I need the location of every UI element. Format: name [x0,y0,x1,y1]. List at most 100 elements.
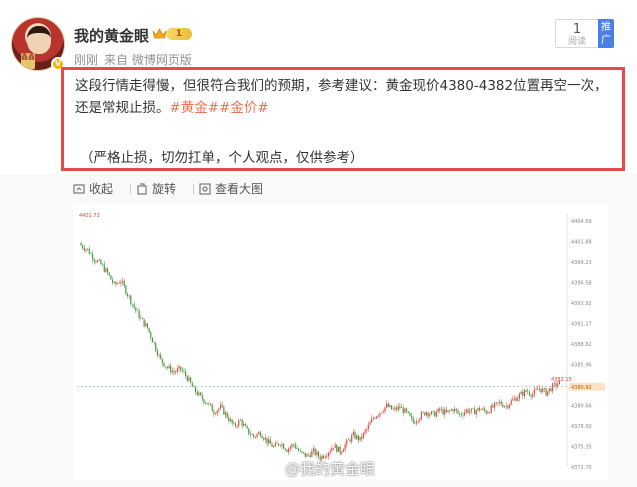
candle-body [291,444,293,448]
candle-body [402,407,404,413]
candle-body [204,402,207,404]
candle-body [382,411,384,413]
candle-body [414,422,416,424]
candle-body [234,423,237,427]
candle-body [113,282,115,283]
author-name[interactable]: 我的黄金眼 [74,25,149,46]
candle-body [131,303,134,305]
candle-body [160,354,162,359]
candle-body [389,405,391,407]
candle-body [191,382,193,387]
candle-body [226,412,228,418]
candle-body [85,249,87,251]
read-count-box: 1 阅读 [555,19,599,48]
candle-body [432,411,434,413]
candle-body [211,404,213,412]
candle-body [332,448,335,449]
candle-body [239,419,242,421]
rotate-icon [137,183,147,195]
candle-body [392,409,394,410]
candle-body [102,264,104,265]
candle-body [105,268,107,272]
candle-body [424,412,426,416]
candle-body [381,412,383,413]
candle-body [148,327,150,332]
candle-body [155,343,157,351]
candle-body [92,253,94,260]
candle-body [236,426,238,427]
collapse-label: 收起 [89,182,114,196]
candle-body [201,394,203,400]
candle-body [97,260,99,263]
candle-body [538,388,540,390]
candle-body [103,264,105,272]
candle-body [404,408,406,413]
candle-body [133,304,135,308]
candle-body [284,448,286,451]
level-badge[interactable]: 1 [166,28,192,40]
action-divider [193,184,194,194]
candle-body [279,445,281,446]
candle-body [195,386,197,393]
candle-body [346,439,348,445]
candle-body [83,248,85,251]
candle-body [351,435,353,442]
weibo-logo-icon [263,461,281,475]
candle-body [361,436,363,439]
rotate-label: 旋转 [152,182,177,196]
candle-body [258,432,260,435]
candle-body [422,412,424,413]
candle-body [465,409,467,413]
candle-body [356,435,358,439]
candle-body [141,317,144,320]
chart-image[interactable]: 4404.69 4401.88 4399.23 4396.58 4393.92 4391.… [73,205,608,480]
candle-body [120,282,122,284]
candle-body [518,394,521,399]
candle-body [409,412,411,416]
candle-body [474,408,476,415]
post-source: 来自 微博网页版 [104,53,192,67]
candle-body [342,449,345,452]
candle-body [180,366,182,370]
candle-body [492,405,494,408]
candle-body [228,417,230,422]
candle-body [493,403,496,408]
chart-high-label: 4401.73 [79,213,100,219]
candle-body [336,444,338,452]
candle-body [289,447,291,449]
candle-body [128,295,130,297]
hashtag-gold-price[interactable]: #金价# [219,100,269,116]
hashtag-gold[interactable]: #黄金# [170,100,220,116]
candle-body [294,444,296,449]
candle-body [469,411,471,413]
magnify-icon [199,183,211,195]
candle-body [118,283,120,284]
candle-body [520,391,522,395]
candle-body [419,418,421,421]
candle-body [274,443,276,447]
candle-body [311,451,313,457]
candle-body [115,282,117,285]
candle-body [395,407,398,410]
candle-body [175,371,177,373]
candle-body [475,410,477,415]
candle-body [82,245,84,249]
promote-button[interactable]: 推广 [598,19,614,48]
candle-body [352,432,354,436]
candle-body [540,388,542,393]
read-count: 1 [572,22,582,37]
candle-body [439,408,441,411]
candle-body [337,446,340,452]
candle-body [410,415,413,418]
candle-body [444,409,446,415]
chart-y-tick-label: 4399.23 [571,260,592,266]
candle-body [394,407,396,410]
read-label: 阅读 [567,37,586,47]
candle-body [166,367,168,369]
candle-body [500,401,502,405]
candle-body [229,419,232,422]
post-time[interactable]: 刚刚 [74,51,98,68]
candle-body [415,421,418,424]
candle-body [464,412,466,416]
candle-body [200,392,202,395]
